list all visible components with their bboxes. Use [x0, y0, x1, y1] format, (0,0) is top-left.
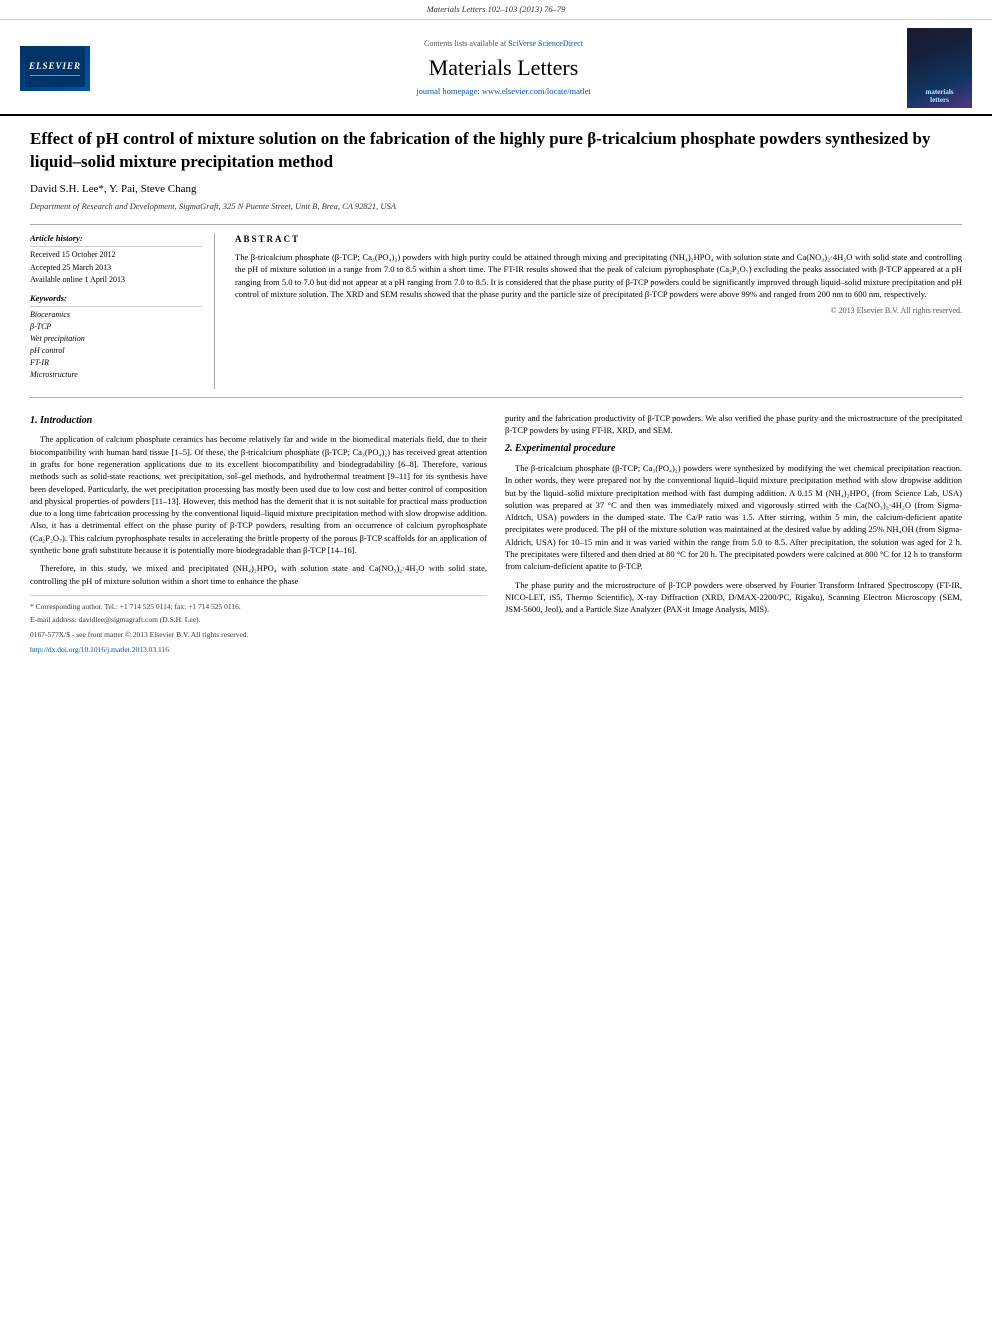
abstract-heading: ABSTRACT	[235, 233, 962, 246]
main-content: Effect of pH control of mixture solution…	[0, 116, 992, 675]
left-column: 1. Introduction The application of calci…	[30, 412, 487, 656]
article-title: Effect of pH control of mixture solution…	[30, 128, 962, 174]
keyword-microstructure: Microstructure	[30, 369, 202, 381]
history-section: Article history: Received 15 October 201…	[30, 233, 202, 284]
history-heading: Article history:	[30, 233, 202, 247]
svg-text:ELSEVIER: ELSEVIER	[28, 61, 81, 71]
keyword-btcp: β-TCP	[30, 321, 202, 333]
affiliation: Department of Research and Development, …	[30, 201, 962, 213]
received-date: Received 15 October 2012	[30, 249, 202, 260]
journal-citation-bar: Materials Letters 102–103 (2013) 76–79	[0, 0, 992, 20]
online-date: Available online 1 April 2013	[30, 274, 202, 285]
keywords-heading: Keywords:	[30, 293, 202, 307]
intro-heading: 1. Introduction	[30, 414, 487, 429]
keyword-ph-control: pH control	[30, 345, 202, 357]
elsevier-logo-image: ELSEVIER	[20, 46, 90, 91]
intro-para-2: Therefore, in this study, we mixed and p…	[30, 562, 487, 587]
elsevier-logo: ELSEVIER	[20, 46, 100, 91]
abstract-section: ABSTRACT The β-tricalcium phosphate (β-T…	[235, 233, 962, 388]
article-info: Article history: Received 15 October 201…	[30, 233, 215, 388]
sciverse-link[interactable]: SciVerse ScienceDirect	[508, 39, 583, 48]
keyword-wet-precipitation: Wet precipitation	[30, 333, 202, 345]
copyright-line: © 2013 Elsevier B.V. All rights reserved…	[235, 305, 962, 316]
intro-para-1: The application of calcium phosphate cer…	[30, 433, 487, 556]
abstract-text: The β-tricalcium phosphate (β-TCP; Ca₃(P…	[235, 251, 962, 300]
keywords-list: Bioceramics β-TCP Wet precipitation pH c…	[30, 309, 202, 381]
body-columns: 1. Introduction The application of calci…	[30, 412, 962, 656]
accepted-date: Accepted 25 March 2013	[30, 262, 202, 273]
journal-title: Materials Letters	[110, 53, 897, 84]
keyword-ftir: FT-IR	[30, 357, 202, 369]
homepage-url[interactable]: www.elsevier.com/locate/matlet	[482, 86, 591, 96]
journal-cover-label: materials letters	[926, 88, 954, 105]
sciverse-line: Contents lists available at SciVerse Sci…	[110, 38, 897, 49]
keywords-section: Keywords: Bioceramics β-TCP Wet precipit…	[30, 293, 202, 381]
keyword-bioceramics: Bioceramics	[30, 309, 202, 321]
journal-center: Contents lists available at SciVerse Sci…	[110, 38, 897, 98]
exp-para-2: The phase purity and the microstructure …	[505, 579, 962, 616]
exp-para-1: The β-tricalcium phosphate (β-TCP; Ca₃(P…	[505, 462, 962, 573]
footnotes: * Corresponding author. Tel.: +1 714 525…	[30, 595, 487, 656]
article-info-abstract: Article history: Received 15 October 201…	[30, 224, 962, 397]
journal-thumbnail: materials letters	[907, 28, 972, 108]
page: Materials Letters 102–103 (2013) 76–79 E…	[0, 0, 992, 1323]
footer-issn: 0167-577X/$ - see front matter © 2013 El…	[30, 630, 487, 641]
journal-homepage: journal homepage: www.elsevier.com/locat…	[110, 86, 897, 98]
journal-cover-image: materials letters	[907, 28, 972, 108]
footer-doi[interactable]: http://dx.doi.org/10.1016/j.matlet.2013.…	[30, 645, 487, 656]
journal-header: ELSEVIER Contents lists available at Sci…	[0, 20, 992, 116]
footnote-email: E-mail address: davidlee@sigmagraft.com …	[30, 615, 487, 626]
intro-end-para: purity and the fabrication productivity …	[505, 412, 962, 437]
citation-text: Materials Letters 102–103 (2013) 76–79	[427, 4, 566, 14]
authors: David S.H. Lee*, Y. Pai, Steve Chang	[30, 182, 962, 197]
footnote-corresponding: * Corresponding author. Tel.: +1 714 525…	[30, 602, 487, 613]
exp-heading: 2. Experimental procedure	[505, 442, 962, 457]
right-column: purity and the fabrication productivity …	[505, 412, 962, 656]
